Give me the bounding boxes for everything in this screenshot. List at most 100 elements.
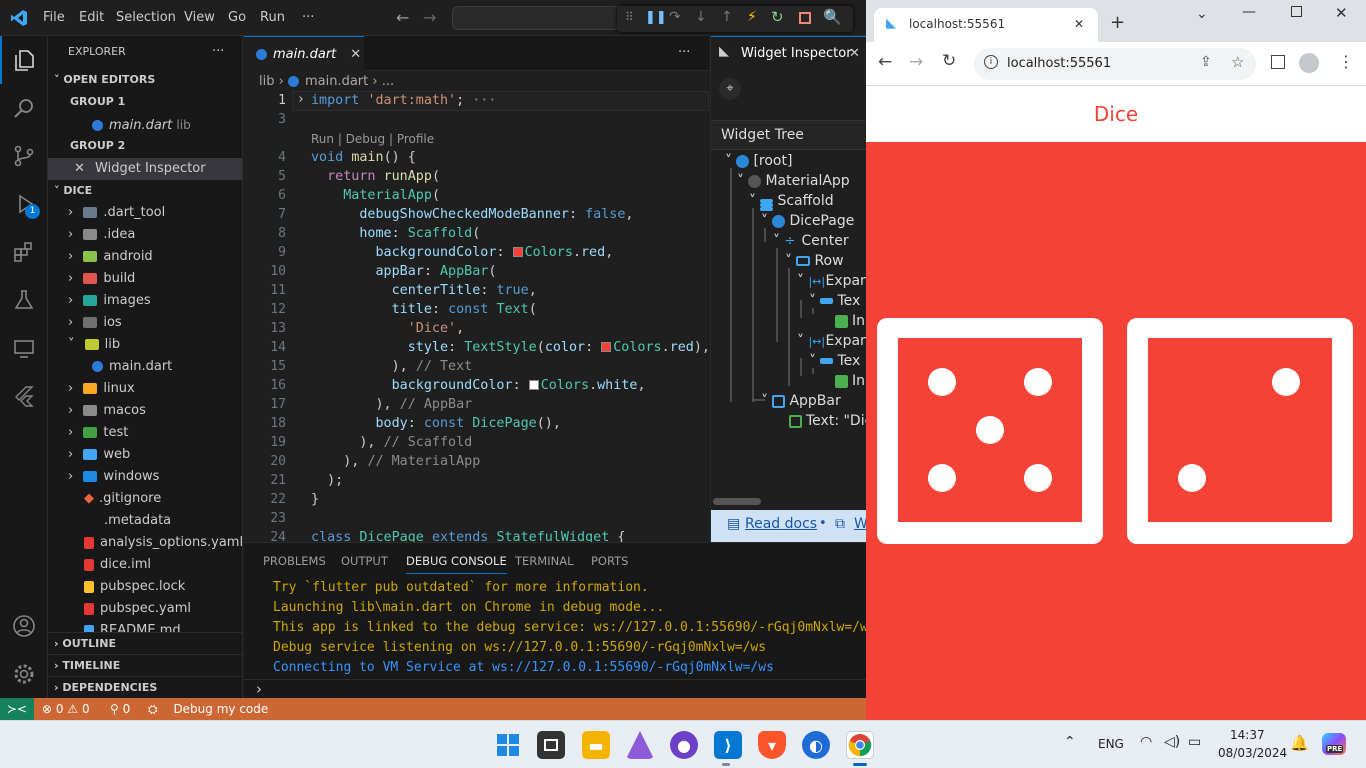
debug-status[interactable]: ⛭ Debug my code	[148, 702, 268, 717]
breadcrumb-dir[interactable]: lib	[259, 74, 274, 89]
pause-icon[interactable]: ❚❚	[645, 10, 667, 25]
forward-arrow-icon[interactable]: →	[423, 8, 436, 27]
tab-main-dart[interactable]: main.dart ✕	[244, 36, 364, 71]
share-icon[interactable]: ⇪	[1200, 54, 1212, 70]
hot-reload-icon[interactable]: ⚡	[747, 9, 757, 25]
chrome-menu-icon[interactable]: ⋮	[1338, 52, 1354, 71]
brave-icon[interactable]: ▾	[758, 731, 786, 759]
wifi-icon[interactable]: ◠	[1140, 734, 1152, 750]
profile-avatar-icon[interactable]	[1299, 53, 1319, 73]
command-center-search[interactable]	[452, 6, 622, 30]
minimize-icon[interactable]: —	[1242, 4, 1256, 20]
tree-node[interactable]: Text: "Dic	[789, 411, 872, 431]
right-dice-button[interactable]	[1127, 318, 1353, 544]
back-arrow-icon[interactable]: ←	[396, 8, 409, 27]
tree-item[interactable]: › .idea	[68, 224, 242, 246]
tree-item[interactable]: › macos	[68, 400, 242, 422]
tree-item[interactable]: dice.iml	[84, 554, 242, 576]
close-window-icon[interactable]: ✕	[1335, 4, 1348, 22]
extensions-icon[interactable]	[0, 228, 48, 276]
tree-item[interactable]: pubspec.yaml	[84, 598, 242, 620]
obsidian-icon[interactable]	[626, 731, 654, 759]
tree-item[interactable]: ˅ lib	[68, 334, 242, 356]
accounts-icon[interactable]	[0, 602, 48, 650]
remote-icon[interactable]: ≻<	[0, 698, 34, 720]
project-header[interactable]: ˅ DICE	[54, 180, 242, 202]
tree-node[interactable]: ˅ Tex	[809, 291, 860, 311]
tab-widget-inspector[interactable]: ◣ Widget Inspector ✕	[711, 36, 867, 71]
maximize-icon[interactable]	[1291, 6, 1302, 17]
clock-time[interactable]: 14:37	[1230, 728, 1265, 742]
clock-date[interactable]: 08/03/2024	[1218, 746, 1287, 760]
open-editor-widget-inspector[interactable]: ✕ Widget Inspector	[48, 158, 242, 180]
start-button-icon[interactable]	[494, 731, 522, 759]
tree-node[interactable]: ˅ AppBar	[761, 391, 841, 411]
tray-overflow-icon[interactable]: ⌃	[1064, 734, 1076, 750]
close-tab-icon[interactable]: ✕	[1074, 17, 1084, 31]
dependencies-header[interactable]: › DEPENDENCIES	[48, 676, 242, 698]
stop-icon[interactable]	[799, 12, 811, 24]
task-view-icon[interactable]	[537, 731, 565, 759]
tree-node[interactable]: ˅ |↔|Expan	[797, 271, 869, 291]
codelens[interactable]: Run | Debug | Profile	[311, 132, 434, 146]
select-widget-mode-icon[interactable]: ⌖	[719, 78, 741, 100]
vscode-taskbar-icon[interactable]: ⟩	[714, 731, 742, 759]
language-indicator[interactable]: ENG	[1098, 737, 1124, 751]
testing-icon[interactable]	[0, 276, 48, 324]
drag-handle-icon[interactable]: ⠿	[625, 10, 634, 24]
menu-selection[interactable]: Selection	[116, 10, 176, 25]
left-dice-button[interactable]	[877, 318, 1103, 544]
tab-search-icon[interactable]: ⌄	[1196, 6, 1208, 22]
chrome-taskbar-icon[interactable]	[846, 731, 874, 759]
editor-more-icon[interactable]: ···	[678, 45, 690, 60]
timeline-header[interactable]: › TIMELINE	[48, 654, 242, 676]
notification-bell-icon[interactable]: 🔔	[1290, 734, 1309, 752]
outline-header[interactable]: › OUTLINE	[48, 632, 242, 654]
horizontal-scrollbar[interactable]	[713, 498, 761, 505]
tree-node[interactable]: ˅ |↔|Expan	[797, 331, 869, 351]
step-over-icon[interactable]: ↷	[669, 9, 681, 25]
tree-item[interactable]: › android	[68, 246, 242, 268]
github-desktop-icon[interactable]: ●	[670, 731, 698, 759]
menu-more[interactable]: ···	[302, 10, 314, 25]
tree-node[interactable]: ˅ ÷ Center	[773, 231, 849, 251]
tree-item[interactable]: › linux	[68, 378, 242, 400]
menu-edit[interactable]: Edit	[79, 10, 104, 25]
tree-node[interactable]: ˅ Tex	[809, 351, 860, 371]
tree-node[interactable]: ˅ DicePage	[761, 211, 854, 231]
firefox-icon[interactable]: ◐	[802, 731, 830, 759]
flutter-icon[interactable]	[0, 372, 48, 420]
tree-item[interactable]: analysis_options.yaml	[84, 532, 242, 554]
fold-chevron-icon[interactable]: ›	[297, 92, 305, 107]
tab-terminal[interactable]: TERMINAL	[515, 554, 573, 568]
open-editors-header[interactable]: ˅ OPEN EDITORS	[54, 69, 242, 91]
read-docs-link[interactable]: Read docs	[745, 516, 817, 532]
menu-run[interactable]: Run	[260, 10, 285, 25]
step-into-icon[interactable]: ↓	[695, 9, 707, 25]
explorer-more-icon[interactable]: ···	[212, 41, 242, 63]
close-icon[interactable]: ✕	[74, 161, 85, 176]
tab-debug-console[interactable]: DEBUG CONSOLE	[406, 554, 507, 574]
tree-node[interactable]: ˅ [root]	[725, 151, 792, 171]
problems-status[interactable]: ⊗ 0 ⚠ 0	[42, 702, 90, 716]
source-control-icon[interactable]	[0, 132, 48, 180]
tab-output[interactable]: OUTPUT	[341, 554, 388, 568]
tab-ports[interactable]: PORTS	[591, 554, 628, 568]
close-icon[interactable]: ✕	[849, 46, 860, 61]
tree-node[interactable]: In	[835, 371, 865, 391]
tree-item[interactable]: › ios	[68, 312, 242, 334]
ports-status[interactable]: ⚲ 0	[110, 702, 130, 716]
tree-item[interactable]: pubspec.lock	[84, 576, 242, 598]
tab-problems[interactable]: PROBLEMS	[263, 554, 326, 568]
battery-icon[interactable]: ▭	[1188, 734, 1201, 750]
run-debug-icon[interactable]: 1	[0, 180, 48, 228]
address-bar[interactable]: i localhost:55561 ⇪ ☆	[974, 48, 1256, 80]
chrome-tab[interactable]: ◣ localhost:55561 ✕	[874, 8, 1098, 42]
new-tab-icon[interactable]: +	[1110, 12, 1125, 33]
site-info-icon[interactable]: i	[984, 55, 998, 69]
menu-view[interactable]: View	[184, 10, 215, 25]
restart-icon[interactable]: ↻	[771, 8, 784, 26]
tree-item[interactable]: › web	[68, 444, 242, 466]
step-out-icon[interactable]: ↑	[721, 9, 733, 25]
tree-item[interactable]: ◆ .gitignore	[84, 488, 242, 510]
